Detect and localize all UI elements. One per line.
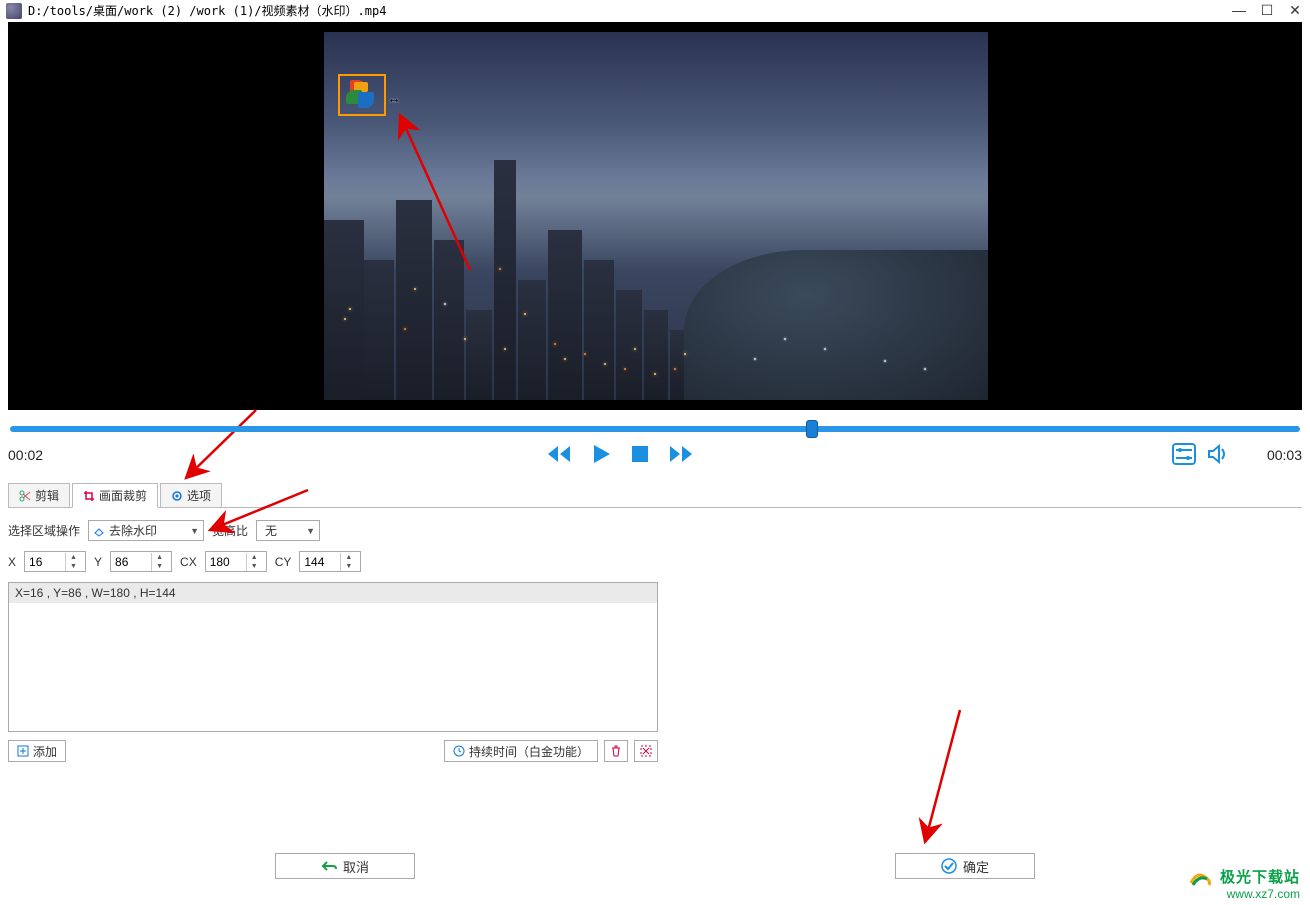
spin-down[interactable]: ▼ bbox=[247, 562, 262, 571]
progress-bar[interactable] bbox=[8, 420, 1302, 438]
gear-icon bbox=[171, 490, 183, 502]
spin-up[interactable]: ▲ bbox=[247, 553, 262, 562]
add-icon bbox=[17, 745, 29, 757]
add-label: 添加 bbox=[33, 743, 57, 760]
duration-label: 持续时间（白金功能） bbox=[469, 743, 589, 760]
tab-options[interactable]: 选项 bbox=[160, 483, 222, 508]
cx-label: CX bbox=[180, 555, 197, 569]
tab-edit[interactable]: 剪辑 bbox=[8, 483, 70, 508]
duration-button[interactable]: 持续时间（白金功能） bbox=[444, 740, 598, 762]
watermark-url: www.xz7.com bbox=[1189, 887, 1300, 901]
tabs-row: 剪辑 画面裁剪 选项 bbox=[8, 482, 1302, 508]
ok-label: 确定 bbox=[963, 857, 989, 876]
x-field[interactable] bbox=[25, 555, 65, 569]
maximize-button[interactable]: ☐ bbox=[1258, 2, 1276, 19]
clear-button[interactable] bbox=[634, 740, 658, 762]
cancel-button[interactable]: 取消 bbox=[275, 853, 415, 879]
spin-up[interactable]: ▲ bbox=[66, 553, 81, 562]
current-time: 00:02 bbox=[8, 447, 68, 463]
cy-input[interactable]: ▲▼ bbox=[299, 551, 361, 572]
tab-crop[interactable]: 画面裁剪 bbox=[72, 483, 158, 508]
tab-options-label: 选项 bbox=[187, 487, 211, 504]
video-preview[interactable]: ↔ bbox=[8, 22, 1302, 410]
titlebar: D:/tools/桌面/work (2) /work (1)/视频素材（水印）.… bbox=[0, 0, 1310, 22]
trash-icon bbox=[610, 745, 622, 757]
watermark-selection-box[interactable] bbox=[338, 74, 386, 116]
ok-button[interactable]: 确定 bbox=[895, 853, 1035, 879]
playback-controls-row: 00:02 00:03 bbox=[8, 440, 1302, 470]
cx-input[interactable]: ▲▼ bbox=[205, 551, 267, 572]
tab-crop-label: 画面裁剪 bbox=[99, 487, 147, 504]
tab-edit-label: 剪辑 bbox=[35, 487, 59, 504]
progress-handle[interactable] bbox=[806, 420, 818, 438]
check-icon bbox=[941, 858, 957, 874]
eraser-icon bbox=[93, 525, 105, 537]
window-title: D:/tools/桌面/work (2) /work (1)/视频素材（水印）.… bbox=[28, 2, 386, 19]
spin-down[interactable]: ▼ bbox=[341, 562, 356, 571]
chevron-down-icon: ▼ bbox=[184, 526, 199, 536]
site-watermark: 极光下载站 www.xz7.com bbox=[1189, 866, 1300, 901]
spin-down[interactable]: ▼ bbox=[66, 562, 81, 571]
stop-button[interactable] bbox=[630, 444, 650, 467]
minimize-button[interactable]: — bbox=[1230, 2, 1248, 19]
settings-icon[interactable] bbox=[1172, 443, 1196, 468]
video-frame: ↔ bbox=[324, 32, 988, 400]
forward-button[interactable] bbox=[668, 443, 694, 468]
watermark-title: 极光下载站 bbox=[1220, 869, 1300, 886]
crop-icon bbox=[83, 490, 95, 502]
total-time: 00:03 bbox=[1242, 447, 1302, 463]
cancel-label: 取消 bbox=[343, 857, 369, 876]
app-icon bbox=[6, 3, 22, 19]
cx-field[interactable] bbox=[206, 555, 246, 569]
x-label: X bbox=[8, 555, 16, 569]
close-button[interactable]: ✕ bbox=[1286, 2, 1304, 19]
list-item[interactable]: X=16 , Y=86 , W=180 , H=144 bbox=[9, 583, 657, 603]
cy-label: CY bbox=[275, 555, 292, 569]
undo-icon bbox=[321, 859, 337, 873]
region-op-select[interactable]: 去除水印 ▼ bbox=[88, 520, 204, 541]
spin-up[interactable]: ▲ bbox=[152, 553, 167, 562]
aspect-value: 无 bbox=[261, 522, 281, 539]
aspect-label: 宽高比 bbox=[212, 522, 248, 539]
play-button[interactable] bbox=[590, 443, 612, 468]
swirl-icon bbox=[1189, 869, 1213, 887]
window-controls: — ☐ ✕ bbox=[1230, 2, 1304, 19]
spin-up[interactable]: ▲ bbox=[341, 553, 356, 562]
x-input[interactable]: ▲▼ bbox=[24, 551, 86, 572]
delete-button[interactable] bbox=[604, 740, 628, 762]
y-input[interactable]: ▲▼ bbox=[110, 551, 172, 572]
y-field[interactable] bbox=[111, 555, 151, 569]
office-logo-icon bbox=[344, 80, 380, 110]
rewind-button[interactable] bbox=[546, 443, 572, 468]
crop-panel: 选择区域操作 去除水印 ▼ 宽高比 无 ▼ X ▲▼ Y ▲▼ CX ▲▼ CY bbox=[8, 520, 1302, 762]
spin-down[interactable]: ▼ bbox=[152, 562, 167, 571]
scissors-icon bbox=[19, 490, 31, 502]
region-op-value: 去除水印 bbox=[105, 522, 161, 539]
region-list[interactable]: X=16 , Y=86 , W=180 , H=144 bbox=[8, 582, 658, 732]
cy-field[interactable] bbox=[300, 555, 340, 569]
region-op-label: 选择区域操作 bbox=[8, 522, 80, 539]
aspect-select[interactable]: 无 ▼ bbox=[256, 520, 320, 541]
y-label: Y bbox=[94, 555, 102, 569]
clock-icon bbox=[453, 745, 465, 757]
clear-icon bbox=[640, 745, 652, 757]
chevron-down-icon: ▼ bbox=[300, 526, 315, 536]
dialog-buttons: 取消 确定 bbox=[0, 853, 1310, 879]
volume-icon[interactable] bbox=[1206, 443, 1230, 468]
resize-cursor-icon: ↔ bbox=[387, 90, 401, 106]
add-button[interactable]: 添加 bbox=[8, 740, 66, 762]
